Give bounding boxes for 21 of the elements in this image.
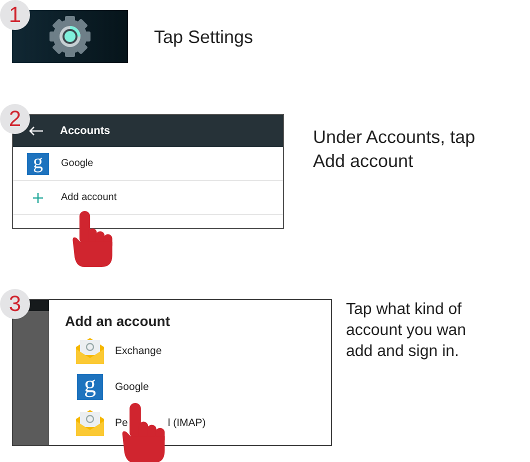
step-instruction: Under Accounts, tap Add account (313, 126, 476, 173)
account-type-option[interactable]: Pe l (IMAP) (65, 405, 331, 441)
account-list-item[interactable]: g Google (13, 147, 283, 181)
pointing-hand-icon (70, 211, 114, 267)
dialog-title: Add an account (65, 313, 172, 329)
back-arrow-icon (29, 126, 43, 136)
envelope-icon (75, 337, 105, 365)
option-label-fragment: l (IMAP) (168, 417, 206, 429)
account-type-option[interactable]: g Google (65, 369, 331, 405)
screen-title: Accounts (60, 125, 110, 137)
step-number: 2 (0, 104, 30, 134)
google-logo: g (27, 152, 49, 174)
option-label-fragment: Pe (115, 417, 128, 429)
step-number: 3 (0, 289, 30, 319)
step-number: 1 (0, 0, 30, 30)
google-logo: g (77, 374, 103, 400)
plus-icon (33, 192, 43, 202)
envelope-icon (75, 409, 105, 437)
step-instruction: Tap Settings (154, 26, 254, 48)
step-instruction: Tap what kind of account you wan add and sign in. (346, 300, 466, 362)
account-type-option[interactable]: Exchange (65, 333, 331, 369)
